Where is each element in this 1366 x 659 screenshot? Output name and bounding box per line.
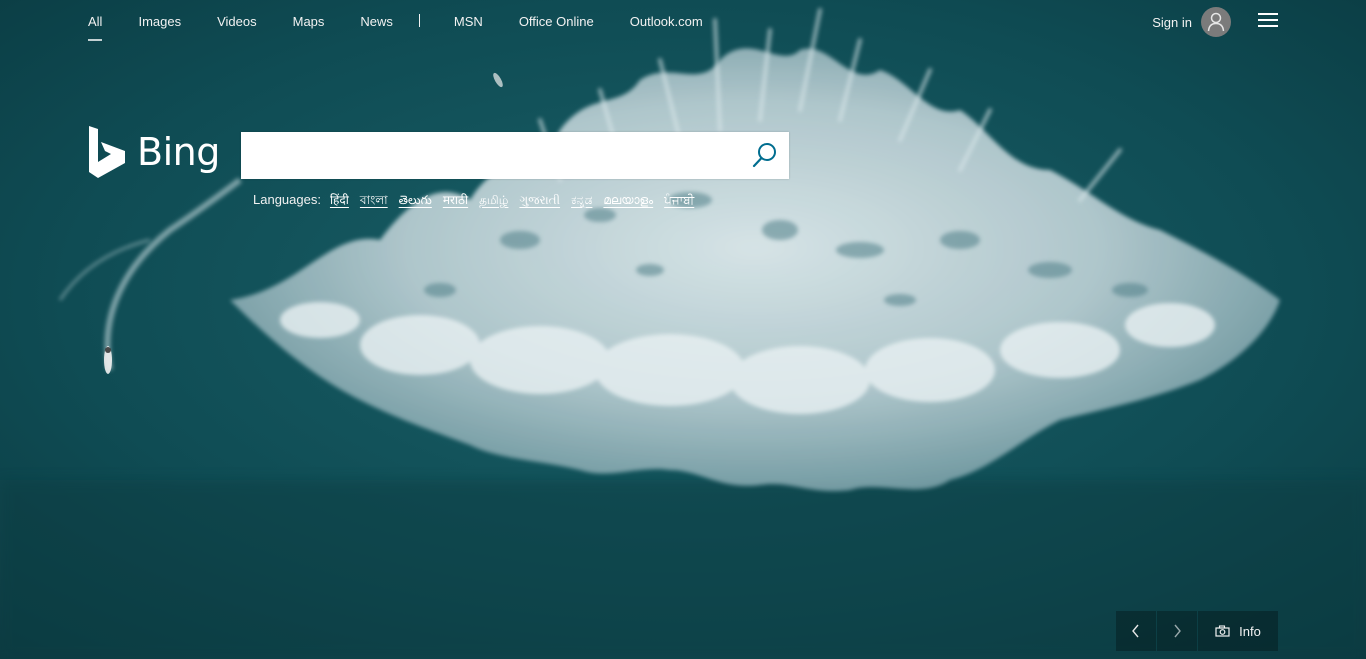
nav-maps[interactable]: Maps bbox=[293, 13, 325, 31]
bing-homepage: All Images Videos Maps News MSN Office O… bbox=[0, 0, 1366, 659]
language-gujarati[interactable]: ગુજરાતી bbox=[519, 193, 560, 208]
logo-wordmark: Bing bbox=[137, 130, 220, 174]
previous-image-button[interactable] bbox=[1116, 611, 1156, 651]
language-bengali[interactable]: বাংলা bbox=[360, 192, 388, 212]
person-icon bbox=[1207, 12, 1225, 32]
language-hindi[interactable]: हिंदी bbox=[330, 191, 349, 208]
chevron-left-icon bbox=[1132, 624, 1139, 638]
language-marathi[interactable]: मराठी bbox=[443, 191, 468, 208]
camera-icon bbox=[1215, 625, 1230, 637]
language-tamil[interactable]: தமிழ் bbox=[479, 193, 508, 209]
background-image bbox=[0, 0, 1366, 659]
search-icon bbox=[752, 143, 776, 168]
search-button[interactable] bbox=[749, 139, 781, 171]
search-box bbox=[241, 132, 789, 179]
language-kannada[interactable]: ಕನ್ನಡ bbox=[571, 193, 592, 208]
info-label: Info bbox=[1239, 623, 1261, 639]
nav-news[interactable]: News bbox=[360, 13, 393, 31]
chevron-right-icon bbox=[1174, 624, 1181, 638]
image-info-button[interactable]: Info bbox=[1198, 611, 1278, 651]
avatar[interactable] bbox=[1201, 7, 1231, 37]
hamburger-menu-icon[interactable] bbox=[1258, 13, 1278, 29]
bing-b-logo-icon bbox=[89, 126, 125, 178]
nav-outlook[interactable]: Outlook.com bbox=[630, 13, 703, 31]
nav-all[interactable]: All bbox=[88, 13, 103, 41]
languages-bar: Languages: हिंदी বাংলা తెలుగు मराठी தமிழ… bbox=[253, 191, 705, 212]
nav-divider bbox=[418, 14, 420, 27]
language-telugu[interactable]: తెలుగు bbox=[399, 193, 432, 210]
language-punjabi[interactable]: ਪੰਜਾਬੀ bbox=[664, 193, 694, 208]
search-input[interactable] bbox=[241, 132, 741, 179]
signin-link[interactable]: Sign in bbox=[1152, 15, 1192, 30]
nav-videos[interactable]: Videos bbox=[217, 13, 257, 31]
nav-images[interactable]: Images bbox=[138, 13, 181, 31]
top-nav: All Images Videos Maps News MSN Office O… bbox=[88, 13, 739, 43]
nav-msn[interactable]: MSN bbox=[454, 13, 483, 31]
next-image-button[interactable] bbox=[1157, 611, 1197, 651]
nav-office-online[interactable]: Office Online bbox=[519, 13, 594, 31]
image-controls: Info bbox=[1116, 611, 1279, 651]
languages-label: Languages: bbox=[253, 192, 321, 207]
bing-logo[interactable]: Bing bbox=[89, 125, 220, 179]
language-malayalam[interactable]: മലയാളം bbox=[603, 193, 653, 208]
